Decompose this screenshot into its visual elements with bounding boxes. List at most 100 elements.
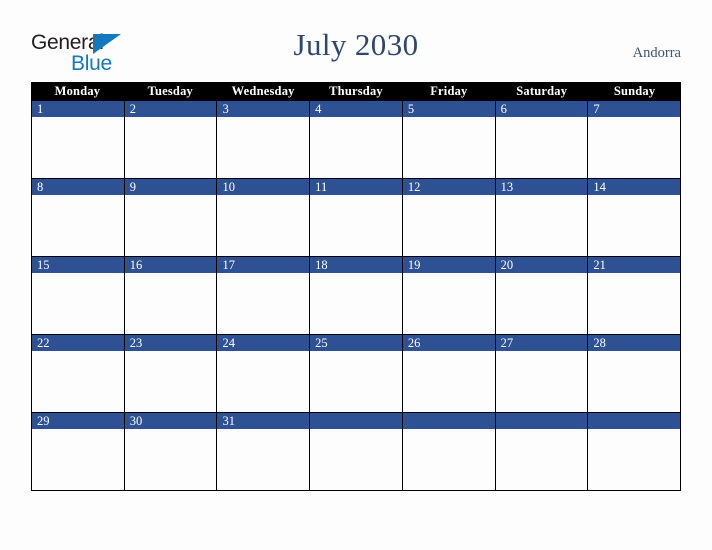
day-number: 16 [124,257,217,273]
day-events-area[interactable] [217,273,310,334]
day-events-area[interactable] [32,273,124,334]
day-cell[interactable]: 16 [123,257,217,334]
day-cell[interactable]: 7 [587,101,681,178]
day-cell-empty [309,413,402,490]
weekday-header-saturday: Saturday [516,84,568,98]
day-cell[interactable]: 12 [401,179,495,256]
day-events-area[interactable] [495,117,588,178]
day-number: 30 [124,413,217,429]
day-cell[interactable]: 6 [494,101,588,178]
day-events-area[interactable] [310,351,402,412]
day-cell[interactable]: 26 [401,335,495,412]
day-events-area [310,429,402,490]
day-cell[interactable]: 1 [32,101,124,178]
week-row: 22 23 24 25 26 27 28 [32,334,681,412]
day-number [495,413,588,429]
day-cell[interactable]: 11 [309,179,402,256]
weekday-header-sunday: Sunday [613,84,656,98]
day-number: 17 [217,257,310,273]
day-cell[interactable]: 20 [494,257,588,334]
day-events-area[interactable] [124,429,217,490]
day-events-area[interactable] [402,117,495,178]
day-events-area[interactable] [217,351,310,412]
page-header: General Blue July 2030 Andorra [0,0,712,82]
day-events-area[interactable] [402,351,495,412]
weekday-header-row: Monday Tuesday Wednesday Thursday Friday… [31,82,681,101]
day-number: 20 [495,257,588,273]
day-cell[interactable]: 23 [123,335,217,412]
day-cell[interactable]: 25 [309,335,402,412]
day-cell[interactable]: 2 [123,101,217,178]
day-cell[interactable]: 17 [216,257,310,334]
day-cell[interactable]: 15 [32,257,124,334]
day-cell[interactable]: 24 [216,335,310,412]
day-number: 2 [124,101,217,117]
day-events-area[interactable] [124,273,217,334]
day-number: 25 [310,335,402,351]
weekday-header-friday: Friday [430,84,468,98]
day-number: 1 [32,101,124,117]
day-events-area[interactable] [217,117,310,178]
day-number: 21 [588,257,681,273]
day-number [310,413,402,429]
day-events-area[interactable] [310,117,402,178]
day-cell[interactable]: 13 [494,179,588,256]
day-number: 31 [217,413,310,429]
page-title: July 2030 [293,27,419,62]
day-events-area[interactable] [495,195,588,256]
day-cell[interactable]: 3 [216,101,310,178]
day-cell-empty [587,413,681,490]
week-row: 15 16 17 18 19 20 21 [32,256,681,334]
day-events-area[interactable] [217,429,310,490]
day-cell[interactable]: 4 [309,101,402,178]
day-cell[interactable]: 31 [216,413,310,490]
country-label: Andorra [632,45,681,61]
day-events-area[interactable] [32,351,124,412]
day-number: 27 [495,335,588,351]
day-events-area[interactable] [124,351,217,412]
day-cell[interactable]: 8 [32,179,124,256]
weekday-header-wednesday: Wednesday [231,84,295,98]
day-cell[interactable]: 5 [401,101,495,178]
day-cell[interactable]: 28 [587,335,681,412]
day-events-area[interactable] [124,195,217,256]
day-number: 12 [402,179,495,195]
day-events-area[interactable] [310,195,402,256]
day-events-area[interactable] [124,117,217,178]
day-cell[interactable]: 22 [32,335,124,412]
day-number: 9 [124,179,217,195]
day-cell[interactable]: 21 [587,257,681,334]
day-cell[interactable]: 18 [309,257,402,334]
day-number [588,413,681,429]
day-events-area[interactable] [32,429,124,490]
day-number: 6 [495,101,588,117]
calendar-grid: Monday Tuesday Wednesday Thursday Friday… [31,82,681,491]
day-events-area[interactable] [32,195,124,256]
day-events-area[interactable] [495,351,588,412]
day-number: 4 [310,101,402,117]
day-events-area[interactable] [310,273,402,334]
day-cell[interactable]: 9 [123,179,217,256]
day-cell[interactable]: 29 [32,413,124,490]
day-number: 5 [402,101,495,117]
day-number: 22 [32,335,124,351]
day-events-area[interactable] [588,117,681,178]
day-events-area[interactable] [217,195,310,256]
week-row: 8 9 10 11 12 13 14 [32,178,681,256]
day-events-area[interactable] [588,273,681,334]
week-row: 29 30 31 [32,412,681,490]
day-events-area[interactable] [32,117,124,178]
day-cell[interactable]: 30 [123,413,217,490]
day-cell[interactable]: 14 [587,179,681,256]
day-cell[interactable]: 27 [494,335,588,412]
day-cell[interactable]: 19 [401,257,495,334]
day-events-area[interactable] [588,195,681,256]
day-cell-empty [494,413,588,490]
day-events-area[interactable] [402,195,495,256]
day-events-area[interactable] [495,273,588,334]
day-cell[interactable]: 10 [216,179,310,256]
day-number: 8 [32,179,124,195]
day-events-area[interactable] [402,273,495,334]
day-number: 28 [588,335,681,351]
day-events-area[interactable] [588,351,681,412]
